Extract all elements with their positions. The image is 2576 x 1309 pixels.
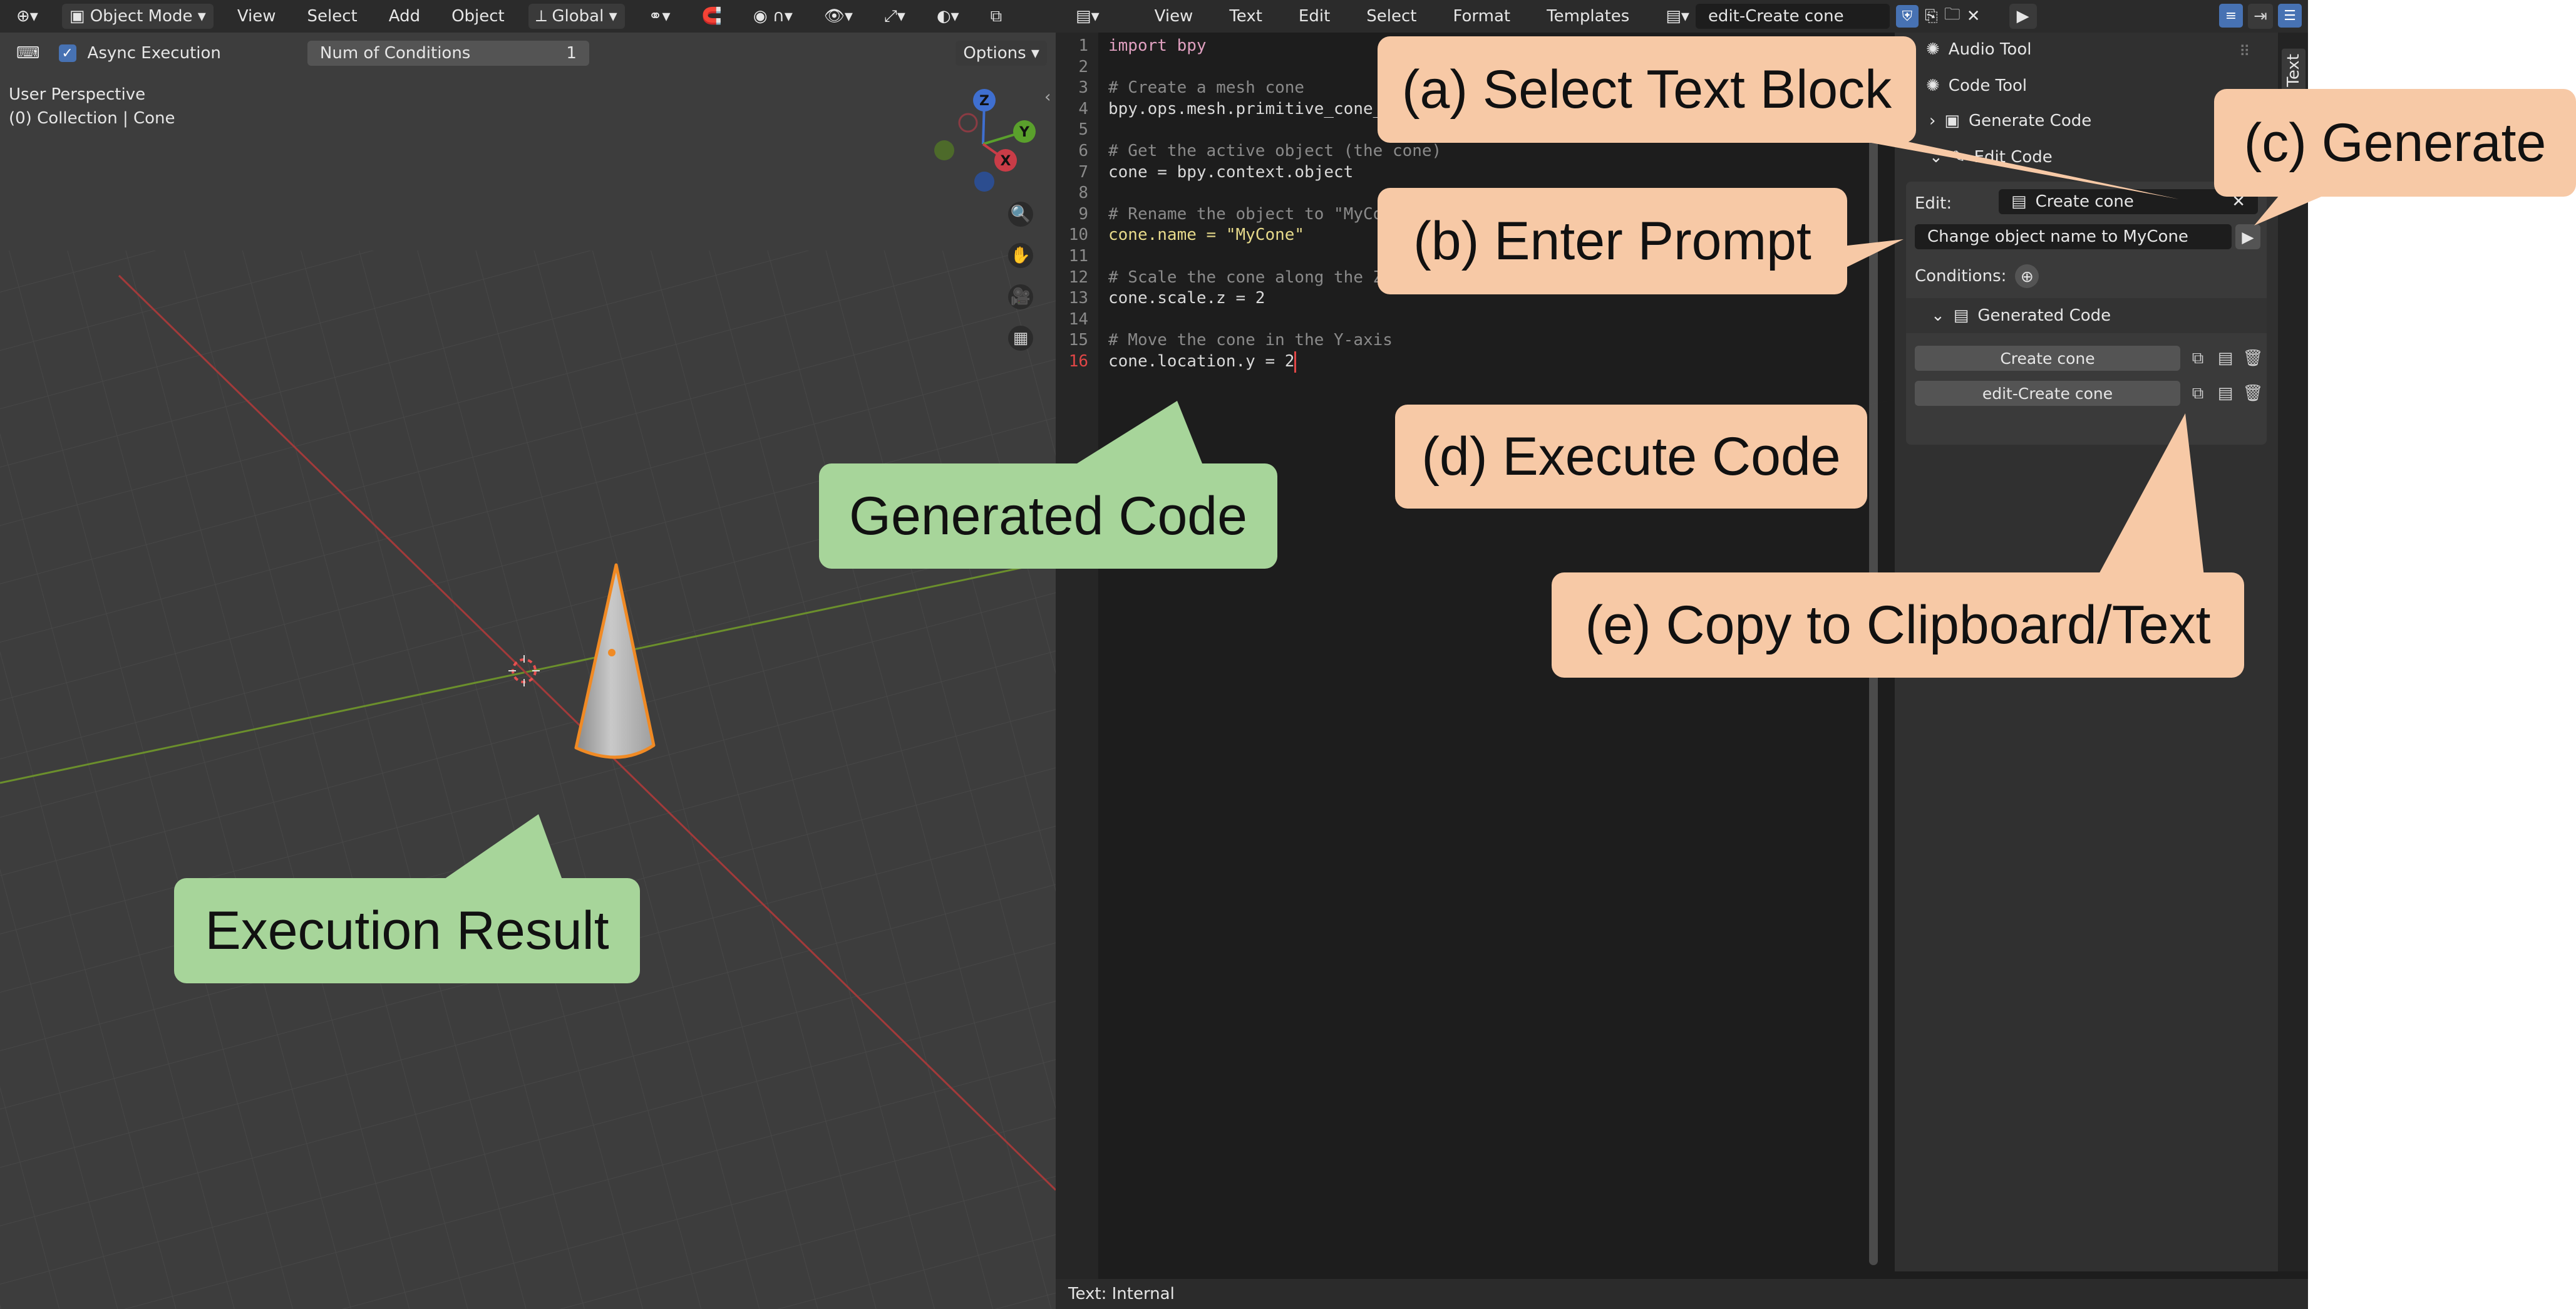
pointer-execution [438,814,564,883]
callout-copy-clipboard: (e) Copy to Clipboard/Text [1552,572,2244,678]
callout-select-text-block: (a) Select Text Block [1378,36,1916,143]
callout-generated-code: Generated Code [819,463,1277,569]
callout-execute-code: (d) Execute Code [1395,405,1867,509]
callout-enter-prompt: (b) Enter Prompt [1378,188,1847,294]
callout-execution-result: Execution Result [174,878,640,983]
pointer-e [2098,413,2204,576]
callout-generate: (c) Generate [2214,89,2576,197]
pointer-generated [1077,401,1202,463]
